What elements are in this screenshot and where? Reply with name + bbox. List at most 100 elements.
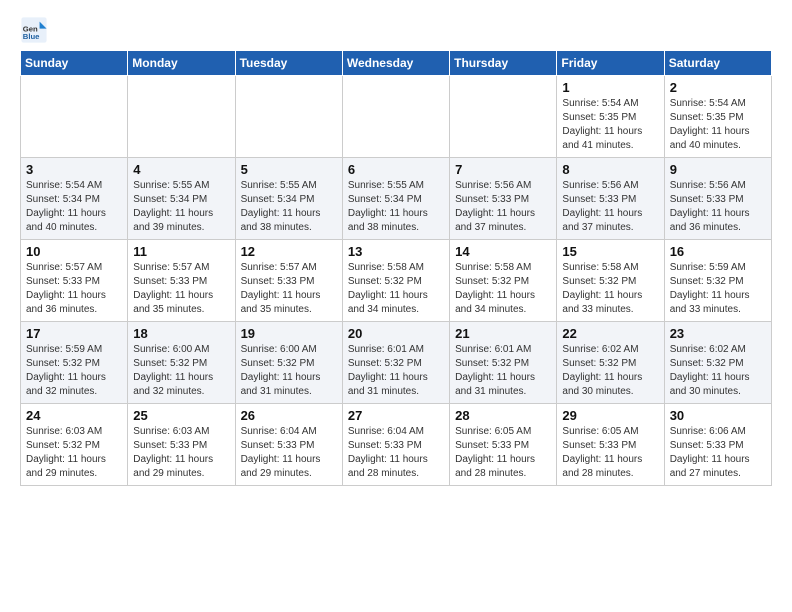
day-info: Sunrise: 5:55 AM Sunset: 5:34 PM Dayligh… (348, 179, 444, 235)
day-info: Sunrise: 6:01 AM Sunset: 5:32 PM Dayligh… (348, 343, 444, 399)
day-info: Sunrise: 5:55 AM Sunset: 5:34 PM Dayligh… (133, 179, 229, 235)
calendar-cell: 27 Sunrise: 6:04 AM Sunset: 5:33 PM Dayli… (342, 404, 449, 486)
calendar-cell: 15 Sunrise: 5:58 AM Sunset: 5:32 PM Dayli… (557, 240, 664, 322)
day-number: 13 (348, 244, 444, 259)
day-info: Sunrise: 6:03 AM Sunset: 5:32 PM Dayligh… (26, 425, 122, 481)
calendar-cell (21, 76, 128, 158)
calendar-cell: 7 Sunrise: 5:56 AM Sunset: 5:33 PM Daylig… (450, 158, 557, 240)
day-number: 15 (562, 244, 658, 259)
calendar-week-row: 17 Sunrise: 5:59 AM Sunset: 5:32 PM Dayli… (21, 322, 772, 404)
day-info: Sunrise: 5:54 AM Sunset: 5:35 PM Dayligh… (670, 97, 766, 153)
day-info: Sunrise: 5:56 AM Sunset: 5:33 PM Dayligh… (562, 179, 658, 235)
calendar-cell: 22Sunrise: 6:02 AM Sunset: 5:32 PM Dayli… (557, 322, 664, 404)
calendar-week-row: 3 Sunrise: 5:54 AM Sunset: 5:34 PM Daylig… (21, 158, 772, 240)
day-number: 12 (241, 244, 337, 259)
calendar-cell: 5 Sunrise: 5:55 AM Sunset: 5:34 PM Daylig… (235, 158, 342, 240)
day-number: 21 (455, 326, 551, 341)
calendar-cell: 12Sunrise: 5:57 AM Sunset: 5:33 PM Dayli… (235, 240, 342, 322)
calendar-week-row: 1 Sunrise: 5:54 AM Sunset: 5:35 PM Daylig… (21, 76, 772, 158)
calendar-cell: 21 Sunrise: 6:01 AM Sunset: 5:32 PM Dayli… (450, 322, 557, 404)
day-info: Sunrise: 6:05 AM Sunset: 5:33 PM Dayligh… (562, 425, 658, 481)
calendar-cell: 14 Sunrise: 5:58 AM Sunset: 5:32 PM Dayli… (450, 240, 557, 322)
day-number: 8 (562, 162, 658, 177)
weekday-header: Wednesday (342, 51, 449, 76)
day-number: 19 (241, 326, 337, 341)
day-number: 29 (562, 408, 658, 423)
calendar-cell: 17 Sunrise: 5:59 AM Sunset: 5:32 PM Dayli… (21, 322, 128, 404)
calendar-cell: 18Sunrise: 6:00 AM Sunset: 5:32 PM Dayli… (128, 322, 235, 404)
day-info: Sunrise: 5:54 AM Sunset: 5:34 PM Dayligh… (26, 179, 122, 235)
calendar-cell: 3 Sunrise: 5:54 AM Sunset: 5:34 PM Daylig… (21, 158, 128, 240)
day-number: 11 (133, 244, 229, 259)
calendar-cell (342, 76, 449, 158)
svg-text:Blue: Blue (23, 32, 40, 41)
calendar-cell: 25 Sunrise: 6:03 AM Sunset: 5:33 PM Dayli… (128, 404, 235, 486)
day-number: 26 (241, 408, 337, 423)
calendar-cell (128, 76, 235, 158)
weekday-header: Thursday (450, 51, 557, 76)
calendar-cell: 6Sunrise: 5:55 AM Sunset: 5:34 PM Daylig… (342, 158, 449, 240)
calendar-cell: 28Sunrise: 6:05 AM Sunset: 5:33 PM Dayli… (450, 404, 557, 486)
calendar-cell: 29 Sunrise: 6:05 AM Sunset: 5:33 PM Dayli… (557, 404, 664, 486)
day-number: 28 (455, 408, 551, 423)
day-number: 30 (670, 408, 766, 423)
day-number: 3 (26, 162, 122, 177)
day-info: Sunrise: 6:06 AM Sunset: 5:33 PM Dayligh… (670, 425, 766, 481)
day-info: Sunrise: 6:04 AM Sunset: 5:33 PM Dayligh… (241, 425, 337, 481)
calendar-cell: 16 Sunrise: 5:59 AM Sunset: 5:32 PM Dayli… (664, 240, 771, 322)
day-number: 18 (133, 326, 229, 341)
day-info: Sunrise: 5:58 AM Sunset: 5:32 PM Dayligh… (455, 261, 551, 317)
day-info: Sunrise: 5:59 AM Sunset: 5:32 PM Dayligh… (26, 343, 122, 399)
day-info: Sunrise: 6:02 AM Sunset: 5:32 PM Dayligh… (670, 343, 766, 399)
calendar-body: 1 Sunrise: 5:54 AM Sunset: 5:35 PM Daylig… (21, 76, 772, 486)
day-info: Sunrise: 5:58 AM Sunset: 5:32 PM Dayligh… (348, 261, 444, 317)
day-number: 17 (26, 326, 122, 341)
day-info: Sunrise: 6:01 AM Sunset: 5:32 PM Dayligh… (455, 343, 551, 399)
day-info: Sunrise: 5:54 AM Sunset: 5:35 PM Dayligh… (562, 97, 658, 153)
day-number: 5 (241, 162, 337, 177)
day-info: Sunrise: 6:00 AM Sunset: 5:32 PM Dayligh… (241, 343, 337, 399)
calendar-cell: 23 Sunrise: 6:02 AM Sunset: 5:32 PM Dayli… (664, 322, 771, 404)
weekday-header: Monday (128, 51, 235, 76)
calendar-cell: 4 Sunrise: 5:55 AM Sunset: 5:34 PM Daylig… (128, 158, 235, 240)
calendar-cell: 13 Sunrise: 5:58 AM Sunset: 5:32 PM Dayli… (342, 240, 449, 322)
calendar-cell (450, 76, 557, 158)
day-number: 24 (26, 408, 122, 423)
day-number: 2 (670, 80, 766, 95)
day-info: Sunrise: 6:03 AM Sunset: 5:33 PM Dayligh… (133, 425, 229, 481)
day-info: Sunrise: 6:04 AM Sunset: 5:33 PM Dayligh… (348, 425, 444, 481)
day-info: Sunrise: 5:56 AM Sunset: 5:33 PM Dayligh… (670, 179, 766, 235)
weekday-header: Tuesday (235, 51, 342, 76)
day-info: Sunrise: 5:57 AM Sunset: 5:33 PM Dayligh… (26, 261, 122, 317)
calendar-cell: 10 Sunrise: 5:57 AM Sunset: 5:33 PM Dayli… (21, 240, 128, 322)
day-number: 4 (133, 162, 229, 177)
calendar-cell: 11 Sunrise: 5:57 AM Sunset: 5:33 PM Dayli… (128, 240, 235, 322)
day-number: 27 (348, 408, 444, 423)
calendar-cell: 24 Sunrise: 6:03 AM Sunset: 5:32 PM Dayli… (21, 404, 128, 486)
day-info: Sunrise: 5:57 AM Sunset: 5:33 PM Dayligh… (133, 261, 229, 317)
logo: Gen Blue (20, 16, 51, 44)
day-info: Sunrise: 5:59 AM Sunset: 5:32 PM Dayligh… (670, 261, 766, 317)
day-number: 14 (455, 244, 551, 259)
calendar-cell: 2 Sunrise: 5:54 AM Sunset: 5:35 PM Daylig… (664, 76, 771, 158)
weekday-header: Saturday (664, 51, 771, 76)
day-number: 16 (670, 244, 766, 259)
day-info: Sunrise: 6:02 AM Sunset: 5:32 PM Dayligh… (562, 343, 658, 399)
calendar-cell (235, 76, 342, 158)
calendar-cell: 26 Sunrise: 6:04 AM Sunset: 5:33 PM Dayli… (235, 404, 342, 486)
day-number: 7 (455, 162, 551, 177)
day-number: 20 (348, 326, 444, 341)
day-number: 10 (26, 244, 122, 259)
weekday-header-row: SundayMondayTuesdayWednesdayThursdayFrid… (21, 51, 772, 76)
weekday-header: Friday (557, 51, 664, 76)
day-number: 1 (562, 80, 658, 95)
day-info: Sunrise: 5:56 AM Sunset: 5:33 PM Dayligh… (455, 179, 551, 235)
day-info: Sunrise: 5:58 AM Sunset: 5:32 PM Dayligh… (562, 261, 658, 317)
calendar: SundayMondayTuesdayWednesdayThursdayFrid… (20, 50, 772, 486)
day-number: 23 (670, 326, 766, 341)
header: Gen Blue (20, 16, 772, 44)
day-number: 25 (133, 408, 229, 423)
day-info: Sunrise: 5:55 AM Sunset: 5:34 PM Dayligh… (241, 179, 337, 235)
calendar-cell: 9Sunrise: 5:56 AM Sunset: 5:33 PM Daylig… (664, 158, 771, 240)
calendar-week-row: 24 Sunrise: 6:03 AM Sunset: 5:32 PM Dayli… (21, 404, 772, 486)
